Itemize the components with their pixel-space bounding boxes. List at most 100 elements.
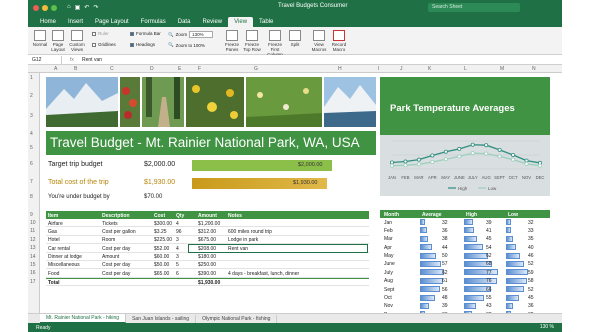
table-cell[interactable]: 5 <box>176 262 179 268</box>
table-cell[interactable]: Cost per day <box>102 271 130 277</box>
table-cell[interactable]: 54 <box>486 245 492 251</box>
table-cell[interactable]: Hotel <box>48 237 60 243</box>
column-header-g[interactable]: G <box>254 66 258 72</box>
tab-page-layout[interactable]: Page Layout <box>89 17 135 27</box>
table-cell[interactable]: $60.00 <box>154 254 169 260</box>
table-row[interactable]: Aug 61 76 58 <box>380 277 550 285</box>
table-row[interactable]: Miscellaneous Cost per day $50.00 5 $250.00 <box>46 261 369 270</box>
table-cell[interactable]: Car rental <box>48 246 70 252</box>
column-header-m[interactable]: M <box>500 66 504 72</box>
column-header-h[interactable]: H <box>338 66 342 72</box>
sheet-tab[interactable]: Mt. Rainier National Park - hiking <box>40 314 127 323</box>
table-cell[interactable]: 76 <box>486 278 492 284</box>
minimize-icon[interactable] <box>42 4 48 11</box>
chart-point[interactable] <box>524 161 529 166</box>
chart-point[interactable] <box>416 162 421 167</box>
table-cell[interactable]: 56 <box>442 287 448 293</box>
chart-point[interactable] <box>470 142 475 147</box>
table-cell[interactable]: 77 <box>486 270 492 276</box>
table-row[interactable]: Jan 32 39 32 <box>380 218 550 226</box>
table-cell[interactable]: $65.00 <box>154 271 169 277</box>
table-cell[interactable]: 3 <box>176 254 179 260</box>
column-header-j[interactable]: J <box>400 66 403 72</box>
table-cell[interactable]: 61 <box>442 278 448 284</box>
row-header-14[interactable]: 14 <box>30 254 36 260</box>
column-header-i[interactable]: I <box>378 66 379 72</box>
table-cell[interactable]: 44 <box>442 245 448 251</box>
table-cell[interactable]: 52 <box>528 287 534 293</box>
table-cell[interactable]: 50 <box>442 253 448 259</box>
column-header-f[interactable]: F <box>198 66 201 72</box>
row-header-17[interactable]: 17 <box>30 279 36 285</box>
name-box[interactable]: G12 <box>28 55 62 64</box>
chart-point[interactable] <box>389 160 394 165</box>
series-line-high[interactable] <box>391 144 541 164</box>
search-input[interactable]: Search Sheet <box>428 3 520 12</box>
redo-icon[interactable]: ↷ <box>93 4 98 11</box>
row-header-12[interactable]: 12 <box>30 237 36 243</box>
expense-header-cell[interactable]: Qty <box>176 213 184 219</box>
table-cell[interactable]: 45 <box>486 236 492 242</box>
table-cell[interactable]: Room <box>102 237 115 243</box>
table-row[interactable]: Oct 48 55 45 <box>380 294 550 302</box>
table-cell[interactable]: 39 <box>486 220 492 226</box>
maximize-icon[interactable] <box>51 4 57 11</box>
table-cell[interactable]: 4 <box>176 246 179 252</box>
table-cell[interactable]: 62 <box>486 253 492 259</box>
table-cell[interactable]: Food <box>48 271 59 277</box>
target-budget-value[interactable]: $2,000.00 <box>144 161 175 168</box>
worksheet[interactable]: Travel Budget - Mt. Rainier National Par… <box>40 73 562 313</box>
page-layout-button[interactable]: Page Layout <box>50 30 66 52</box>
tab-view[interactable]: View <box>228 17 254 27</box>
table-cell[interactable]: 39 <box>442 303 448 309</box>
table-cell[interactable]: 4 <box>176 221 179 227</box>
total-cost-value[interactable]: $1,930.00 <box>144 179 175 186</box>
table-cell[interactable]: Gas <box>48 229 57 235</box>
table-cell[interactable]: 36 <box>442 228 448 234</box>
table-cell[interactable]: $300.00 <box>154 221 172 227</box>
chart-point[interactable] <box>511 152 516 157</box>
row-header-3[interactable]: 3 <box>30 113 33 119</box>
table-cell[interactable]: 32 <box>442 220 448 226</box>
table-cell[interactable]: July <box>384 270 393 276</box>
column-header-d[interactable]: D <box>150 66 154 72</box>
chart-point[interactable] <box>416 157 421 162</box>
table-cell[interactable]: Lodge in park <box>228 237 258 243</box>
chart-point[interactable] <box>484 151 489 156</box>
chart-point[interactable] <box>457 146 462 151</box>
table-cell[interactable]: Feb <box>384 228 393 234</box>
table-row[interactable]: June 57 68 52 <box>380 260 550 268</box>
table-cell[interactable]: Aug <box>384 278 393 284</box>
home-icon[interactable]: ⌂ <box>67 4 71 11</box>
table-cell[interactable]: Dinner at lodge <box>48 254 82 260</box>
close-icon[interactable] <box>33 4 39 11</box>
table-cell[interactable]: $180.00 <box>198 254 216 260</box>
under-budget-value[interactable]: $70.00 <box>144 194 162 200</box>
table-cell[interactable]: 6 <box>176 271 179 277</box>
chart-point[interactable] <box>470 151 475 156</box>
selected-cell[interactable] <box>188 244 368 253</box>
table-cell[interactable]: 52 <box>528 261 534 267</box>
row-header-2[interactable]: 2 <box>30 93 33 99</box>
table-cell[interactable]: 45 <box>528 295 534 301</box>
column-header-c[interactable]: C <box>110 66 114 72</box>
chart-point[interactable] <box>443 157 448 162</box>
table-cell[interactable]: 62 <box>442 270 448 276</box>
table-cell[interactable]: Tickets <box>102 221 118 227</box>
table-cell[interactable]: Cost per day <box>102 246 130 252</box>
column-header-e[interactable]: E <box>178 66 181 72</box>
table-row[interactable]: July 62 77 59 <box>380 268 550 276</box>
tab-table[interactable]: Table <box>253 17 279 27</box>
row-header-7[interactable]: 7 <box>30 179 33 185</box>
table-cell[interactable]: 43 <box>486 303 492 309</box>
column-header-b[interactable]: B <box>74 66 77 72</box>
temperature-header-cell[interactable]: Month <box>384 212 399 218</box>
table-cell[interactable]: 55 <box>486 295 492 301</box>
table-cell[interactable]: 40 <box>528 245 534 251</box>
table-cell[interactable]: Jan <box>384 220 392 226</box>
row-header-15[interactable]: 15 <box>30 262 36 268</box>
table-cell[interactable]: June <box>384 261 395 267</box>
view-macros-button[interactable]: View Macros <box>310 30 328 52</box>
tab-insert[interactable]: Insert <box>62 17 89 27</box>
table-cell[interactable]: 36 <box>528 303 534 309</box>
